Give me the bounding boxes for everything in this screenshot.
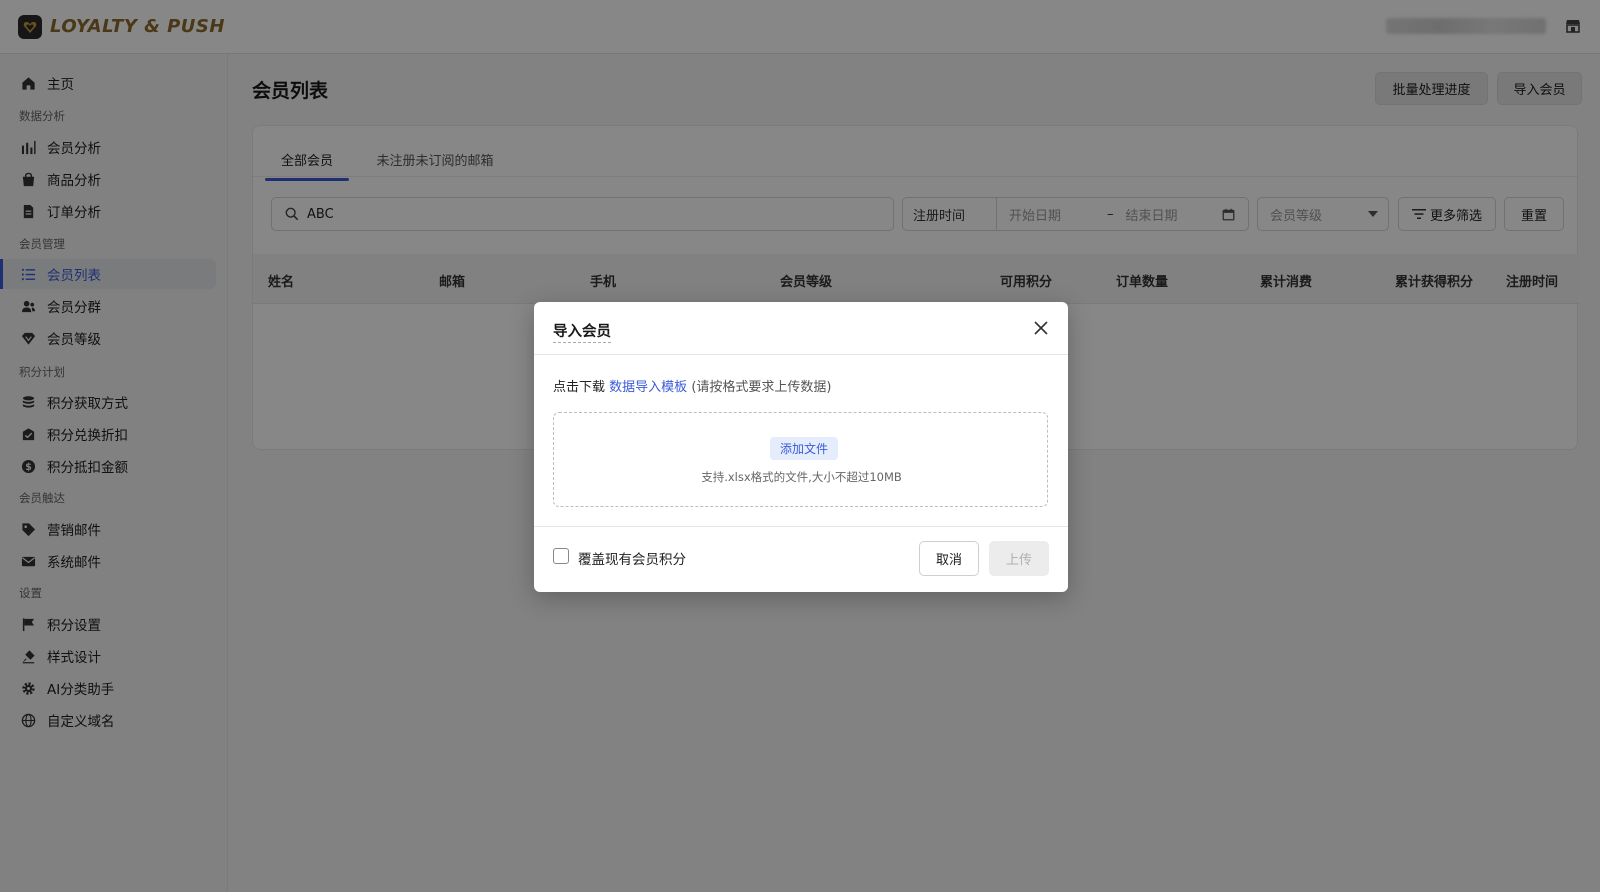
file-dropzone[interactable]: 添加文件 支持.xlsx格式的文件,大小不超过10MB	[553, 412, 1048, 507]
download-hint: (请按格式要求上传数据)	[691, 380, 832, 395]
template-download-link[interactable]: 数据导入模板	[609, 380, 687, 395]
cancel-button[interactable]: 取消	[919, 541, 979, 576]
template-download-line: 点击下载 数据导入模板 (请按格式要求上传数据)	[553, 376, 831, 395]
download-prefix: 点击下载	[553, 380, 606, 395]
file-format-hint: 支持.xlsx格式的文件,大小不超过10MB	[701, 470, 902, 484]
dialog-header: 导入会员	[534, 302, 1068, 355]
import-members-dialog: 导入会员 点击下载 数据导入模板 (请按格式要求上传数据) 添加文件 支持.xl…	[534, 302, 1068, 592]
overwrite-points-label[interactable]: 覆盖现有会员积分	[578, 548, 686, 568]
add-file-button[interactable]: 添加文件	[770, 437, 839, 460]
overwrite-points-checkbox[interactable]	[553, 548, 569, 564]
close-icon[interactable]	[1033, 320, 1049, 336]
dialog-title: 导入会员	[553, 320, 611, 343]
upload-button[interactable]: 上传	[989, 541, 1049, 576]
dialog-footer-divider	[534, 526, 1068, 527]
